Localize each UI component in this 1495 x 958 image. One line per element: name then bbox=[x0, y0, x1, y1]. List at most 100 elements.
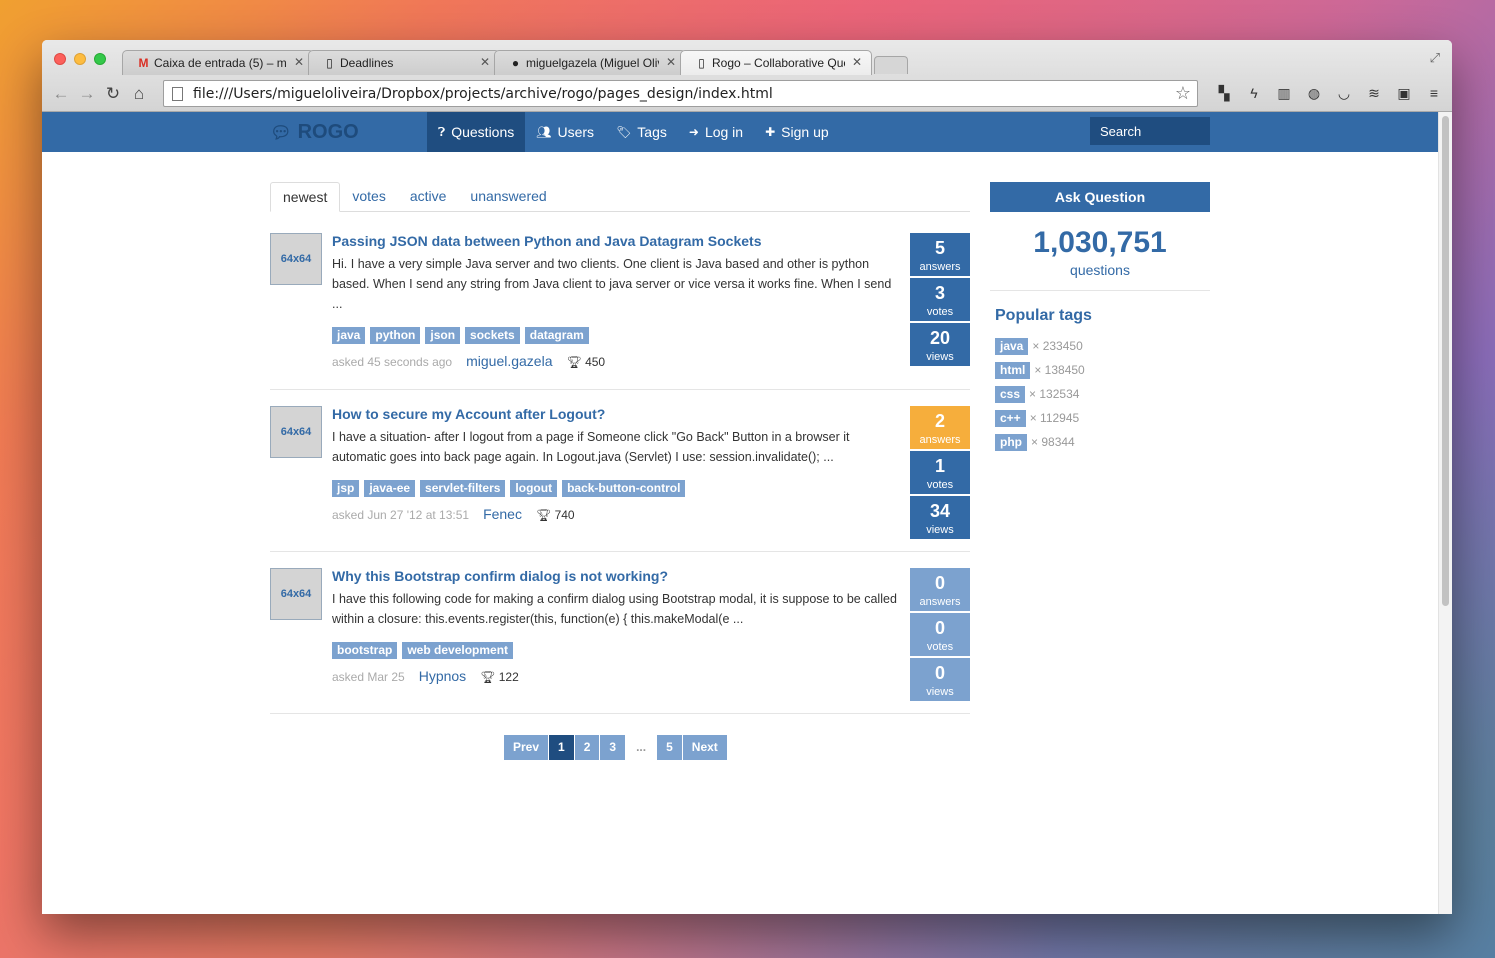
tag-back-button-control[interactable]: back-button-control bbox=[562, 480, 686, 497]
web-page: 💬︎ ROGO ❓︎ Questions 👥︎ Users 🏷︎ Tags ➜ bbox=[42, 112, 1438, 914]
tag-sockets[interactable]: sockets bbox=[465, 327, 520, 344]
forward-arrow-icon[interactable]: → bbox=[74, 84, 100, 104]
page-1-button[interactable]: 1 bbox=[549, 735, 574, 760]
popular-tag-cpp[interactable]: c++ bbox=[995, 409, 1026, 427]
tab-newest[interactable]: newest bbox=[270, 182, 341, 212]
tab-votes[interactable]: votes bbox=[340, 182, 397, 211]
tag-java-ee[interactable]: java-ee bbox=[364, 480, 416, 497]
home-icon[interactable]: ⌂ bbox=[126, 84, 152, 104]
popular-tags-title: Popular tags bbox=[995, 307, 1092, 324]
reload-icon[interactable]: ↻ bbox=[100, 84, 126, 104]
question-title[interactable]: How to secure my Account after Logout? bbox=[332, 406, 902, 422]
pocket-icon[interactable]: ◡ bbox=[1334, 83, 1354, 103]
extension-screenshot-icon[interactable]: ▚ bbox=[1214, 83, 1234, 103]
question-title[interactable]: Why this Bootstrap confirm dialog is not… bbox=[332, 568, 902, 584]
tab-active[interactable]: active bbox=[398, 182, 459, 211]
menu-icon[interactable]: ≡ bbox=[1424, 83, 1444, 103]
tab-close-icon[interactable]: ✕ bbox=[666, 55, 676, 69]
window-controls bbox=[54, 53, 106, 65]
popular-tags-list: java × 233450 html × 138450 css × 132534… bbox=[995, 334, 1210, 454]
popular-tag-count: × 132534 bbox=[1029, 387, 1080, 401]
tag-python[interactable]: python bbox=[370, 327, 421, 344]
tag-datagram[interactable]: datagram bbox=[524, 327, 589, 344]
scrollbar-thumb[interactable] bbox=[1442, 116, 1449, 606]
question-excerpt: I have a situation- after I logout from … bbox=[332, 430, 850, 464]
search-input[interactable] bbox=[1090, 117, 1210, 145]
tab-close-icon[interactable]: ✕ bbox=[852, 55, 862, 69]
close-window-button[interactable] bbox=[54, 53, 66, 65]
nav-label: Sign up bbox=[781, 124, 829, 140]
back-arrow-icon[interactable]: ← bbox=[48, 84, 74, 104]
popular-tag-html[interactable]: html bbox=[995, 361, 1031, 379]
address-bar[interactable]: file:///Users/migueloliveira/Dropbox/pro… bbox=[163, 80, 1198, 107]
answers-value: 2 bbox=[934, 411, 945, 431]
fullscreen-icon[interactable]: ⤢ bbox=[1430, 50, 1440, 66]
bookmark-star-icon[interactable]: ☆ bbox=[1175, 83, 1191, 104]
tag-logout[interactable]: logout bbox=[510, 480, 558, 497]
nav-label: Log in bbox=[704, 124, 744, 140]
votes-value: 3 bbox=[934, 283, 945, 303]
tag-bootstrap[interactable]: bootstrap bbox=[332, 642, 398, 659]
nav-users[interactable]: 👥︎ Users bbox=[525, 112, 605, 152]
tag-servlet-filters[interactable]: servlet-filters bbox=[420, 480, 506, 497]
extension-window-icon[interactable]: ▣ bbox=[1394, 83, 1414, 103]
tag-json[interactable]: json bbox=[425, 327, 461, 344]
votes-label: votes bbox=[926, 641, 954, 653]
browser-tab-rogo[interactable]: ▯ Rogo – Collaborative Questions ✕ bbox=[680, 50, 872, 75]
browser-tab-deadlines[interactable]: ▯ Deadlines ✕ bbox=[308, 50, 500, 75]
site-navbar: 💬︎ ROGO ❓︎ Questions 👥︎ Users 🏷︎ Tags ➜ bbox=[42, 112, 1438, 152]
ask-question-button[interactable]: Ask Question bbox=[990, 182, 1210, 212]
tag-web-development[interactable]: web development bbox=[402, 642, 514, 659]
pagination: Prev 1 2 3 ... 5 Next bbox=[504, 735, 728, 760]
page-3-button[interactable]: 3 bbox=[600, 735, 626, 760]
answers-count: 5 answers bbox=[910, 233, 970, 276]
browser-tab-github[interactable]: ● miguelgazela (Miguel Oliveira) ✕ bbox=[494, 50, 686, 75]
question-excerpt: Hi. I have a very simple Java server and… bbox=[332, 257, 892, 311]
extension-bolt-icon[interactable]: ϟ bbox=[1244, 83, 1264, 103]
question-author[interactable]: Hypnos bbox=[419, 668, 466, 684]
popular-tag-css[interactable]: css bbox=[995, 385, 1026, 403]
votes-value: 1 bbox=[934, 456, 945, 476]
question-item: 64x64 Why this Bootstrap confirm dialog … bbox=[270, 552, 970, 714]
tab-unanswered[interactable]: unanswered bbox=[458, 182, 558, 211]
zoom-window-button[interactable] bbox=[94, 53, 106, 65]
nav-label: Tags bbox=[637, 124, 667, 140]
extension-icons: ▚ ϟ ▥ ◍ ◡ ≋ ▣ ≡ bbox=[1214, 83, 1444, 103]
asked-time: asked 45 seconds ago bbox=[332, 355, 453, 369]
popular-tag-php[interactable]: php bbox=[995, 433, 1027, 451]
tab-close-icon[interactable]: ✕ bbox=[480, 55, 490, 69]
question-meta: asked 45 seconds ago miguel.gazela 🏆︎ 45… bbox=[332, 353, 902, 369]
views-count: 0 views bbox=[910, 658, 970, 701]
browser-tab-gmail[interactable]: M Caixa de entrada (5) – miguelgazela ✕ bbox=[122, 50, 314, 75]
tab-strip: M Caixa de entrada (5) – miguelgazela ✕ … bbox=[122, 50, 908, 75]
prev-page-button[interactable]: Prev bbox=[504, 735, 549, 760]
question-author[interactable]: Fenec bbox=[483, 506, 522, 522]
page-2-button[interactable]: 2 bbox=[574, 735, 600, 760]
question-title[interactable]: Passing JSON data between Python and Jav… bbox=[332, 233, 902, 249]
extension-reader-icon[interactable]: ▥ bbox=[1274, 83, 1294, 103]
nav-label: Users bbox=[557, 124, 595, 140]
extension-circle-icon[interactable]: ◍ bbox=[1304, 83, 1324, 103]
nav-signup[interactable]: ✚ Sign up bbox=[754, 112, 840, 152]
page-scrollbar[interactable] bbox=[1438, 112, 1452, 914]
new-tab-button[interactable] bbox=[874, 56, 908, 74]
buffer-icon[interactable]: ≋ bbox=[1364, 83, 1384, 103]
page-5-button[interactable]: 5 bbox=[657, 735, 682, 760]
popular-tag-java[interactable]: java bbox=[995, 337, 1029, 355]
comments-icon: 💬︎ bbox=[270, 122, 292, 142]
minimize-window-button[interactable] bbox=[74, 53, 86, 65]
reputation-value: 740 bbox=[554, 508, 575, 522]
answers-value: 0 bbox=[934, 573, 945, 593]
tab-close-icon[interactable]: ✕ bbox=[294, 55, 304, 69]
tag-java[interactable]: java bbox=[332, 327, 366, 344]
question-author[interactable]: miguel.gazela bbox=[466, 353, 552, 369]
nav-tags[interactable]: 🏷︎ Tags bbox=[605, 112, 678, 152]
nav-questions[interactable]: ❓︎ Questions bbox=[427, 112, 526, 152]
nav-login[interactable]: ➜ Log in bbox=[678, 112, 754, 152]
tag-jsp[interactable]: jsp bbox=[332, 480, 360, 497]
popular-tag-row: css × 132534 bbox=[995, 382, 1210, 406]
next-page-button[interactable]: Next bbox=[682, 735, 727, 760]
question-thumbnail: 64x64 bbox=[270, 233, 322, 285]
nav-links: ❓︎ Questions 👥︎ Users 🏷︎ Tags ➜ Log in ✚ bbox=[427, 112, 840, 152]
brand-logo[interactable]: 💬︎ ROGO bbox=[270, 121, 359, 144]
